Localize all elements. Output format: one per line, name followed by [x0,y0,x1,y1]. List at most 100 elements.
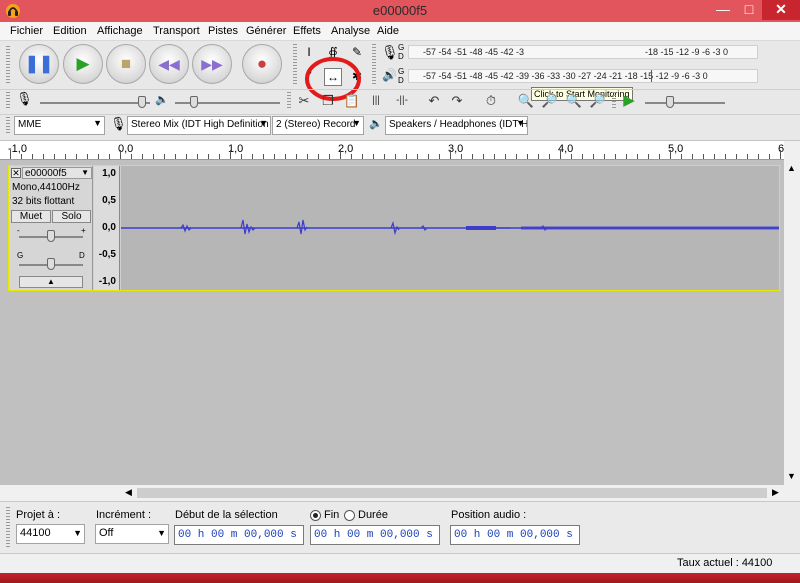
selection-end-time[interactable]: 00 h 00 m 00,000 s [310,525,440,545]
fit-project-icon[interactable]: 🔎 [588,91,608,111]
gain-thumb[interactable] [47,230,55,242]
ruler-minor-tick [98,154,99,159]
pan-thumb[interactable] [47,258,55,270]
solo-button[interactable]: Solo [52,210,91,223]
mute-button[interactable]: Muet [11,210,51,223]
recording-device-select[interactable]: Stereo Mix (IDT High Definition ▼ [127,116,271,135]
pause-icon: ❚❚ [24,54,54,73]
trim-icon[interactable]: ||| [366,91,386,111]
vertical-scrollbar[interactable]: ▲ ▼ [784,141,800,501]
track-name: e00000f5 [25,168,67,179]
toolbar-grip[interactable] [287,92,291,110]
recording-channels-select[interactable]: 2 (Stereo) Record ▼ [272,116,364,135]
menu-transport[interactable]: Transport [153,22,200,37]
silence-icon[interactable]: -||- [392,91,412,111]
fit-selection-icon[interactable]: 🔍 [564,91,584,111]
zoom-out-icon[interactable]: 🔎 [540,91,560,111]
pause-button[interactable]: ❚❚ [19,44,59,84]
chevron-down-icon: ▼ [81,168,89,177]
ruler-major-tick [120,150,121,159]
record-button[interactable]: ● [242,44,282,84]
scroll-up-icon[interactable]: ▲ [787,163,796,173]
scale-label: 0,0 [102,222,116,233]
output-volume-thumb[interactable] [190,96,198,108]
ruler-minor-tick [296,154,297,159]
menu-edition[interactable]: Edition [53,22,87,37]
skip-end-icon: ▶▶ [201,56,223,72]
play-speed-thumb[interactable] [666,96,674,108]
toolbar-grip[interactable] [6,46,10,84]
ruler-minor-tick [43,154,44,159]
ruler-minor-tick [549,154,550,159]
audio-position-time[interactable]: 00 h 00 m 00,000 s [450,525,580,545]
menu-effets[interactable]: Effets [293,22,321,37]
toolbar-grip[interactable] [6,117,10,135]
toolbar-grip[interactable] [6,92,10,110]
ruler-minor-tick [208,154,209,159]
menu-pistes[interactable]: Pistes [208,22,238,37]
playback-device-select[interactable]: Speakers / Headphones (IDT H ▼ [385,116,528,135]
microphone-icon[interactable]: 🎙 [381,44,399,61]
stop-button[interactable]: ■ [106,44,146,84]
scroll-down-icon[interactable]: ▼ [787,471,796,481]
record-meter[interactable]: -57 -54 -51 -48 -45 -42 -3 -18 -15 -12 -… [408,45,758,59]
zoom-in-icon[interactable]: 🔍 [516,91,536,111]
menu-aide[interactable]: Aide [377,22,399,37]
waveform-display[interactable] [121,166,779,290]
sync-lock-icon[interactable]: ⏱ [481,91,501,111]
selection-start-time[interactable]: 00 h 00 m 00,000 s [174,525,304,545]
cut-icon[interactable]: ✂ [294,91,314,111]
play-button[interactable]: ▶ [63,44,103,84]
ruler-minor-tick [285,154,286,159]
end-radio[interactable] [310,510,321,521]
scale-label: 0,5 [102,195,116,206]
snap-to-select[interactable]: Off ▼ [95,524,169,544]
minimize-button[interactable]: — [710,0,736,20]
audio-host-select[interactable]: MME ▼ [14,116,105,135]
paste-icon[interactable]: 📋 [342,91,362,111]
ruler-minor-tick [494,154,495,159]
redo-icon[interactable]: ↷ [447,91,467,111]
track-name-menu[interactable]: e00000f5 ▼ [22,167,92,179]
horizontal-scrollbar[interactable]: ◀ ▶ [0,485,784,501]
toolbar-grip[interactable] [372,44,376,84]
close-track-icon[interactable]: ✕ [11,168,21,178]
horizontal-scroll-thumb[interactable] [137,488,767,498]
menu-generer[interactable]: Générer [246,22,286,37]
input-volume-slider[interactable] [40,102,150,104]
play-speed-slider[interactable] [645,102,725,104]
maximize-button[interactable]: □ [736,0,762,20]
project-rate-label: Projet à : [16,509,61,521]
menu-analyse[interactable]: Analyse [331,22,370,37]
scroll-right-icon[interactable]: ▶ [772,487,779,498]
recording-channels-value: 2 (Stereo) Record [276,119,356,130]
play-at-speed-icon[interactable]: ▶ [619,91,639,111]
ruler-minor-tick [725,154,726,159]
copy-icon[interactable]: ❐ [318,91,338,111]
menu-fichier[interactable]: Fichier [10,22,43,37]
vertical-scale[interactable]: 1,0 0,5 0,0 -0,5 -1,0 [94,166,120,290]
toolbar-grip[interactable] [293,44,297,84]
skip-to-end-button[interactable]: ▶▶ [192,44,232,84]
track-bitdepth: 32 bits flottant [12,196,75,207]
playback-meter[interactable]: -57 -54 -51 -48 -45 -42 -39 -36 -33 -30 … [408,69,758,83]
meter-channel-top: G [398,67,405,76]
skip-to-start-button[interactable]: ◀◀ [149,44,189,84]
speaker-icon[interactable]: 🔊 [382,68,397,82]
selection-start-value: 00 h 00 m 00,000 s [178,529,297,541]
ruler-minor-tick [615,154,616,159]
input-volume-thumb[interactable] [138,96,146,108]
close-window-button[interactable]: ✕ [762,0,800,20]
collapse-track-button[interactable]: ▲ [19,276,83,288]
scroll-left-icon[interactable]: ◀ [125,487,132,498]
playback-device-speaker-icon: 🔈 [369,118,383,130]
ruler-minor-tick [461,154,462,159]
track-panel: ✕ e00000f5 ▼ Mono,44100Hz 32 bits flotta… [0,160,784,485]
menu-affichage[interactable]: Affichage [97,22,143,37]
toolbar-grip[interactable] [6,507,10,547]
project-rate-select[interactable]: 44100 ▼ [16,524,85,544]
timeline-ruler[interactable]: -1,00,01,02,03,04,05,06,0 [0,141,793,160]
length-radio[interactable] [344,510,355,521]
toolbar-grip[interactable] [612,92,616,110]
undo-icon[interactable]: ↶ [424,91,444,111]
